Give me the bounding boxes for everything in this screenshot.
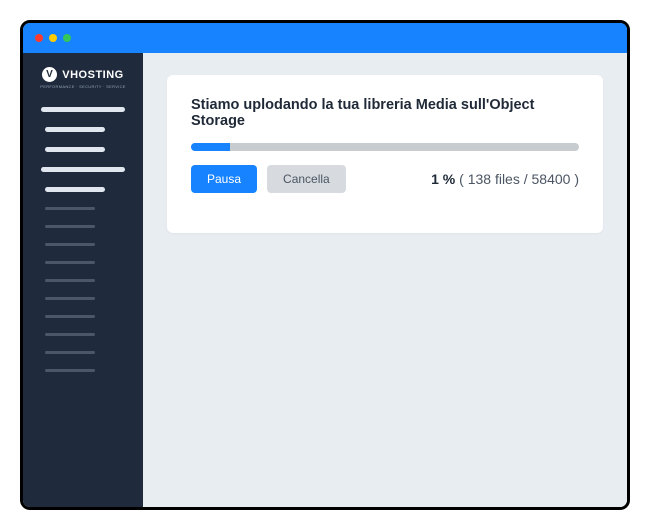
nav-items <box>23 107 143 372</box>
sidebar: V VHOSTING PERFORMANCE · SECURITY · SERV… <box>23 53 143 507</box>
nav-item[interactable] <box>45 127 105 132</box>
progress-fill <box>191 143 230 151</box>
nav-item[interactable] <box>45 351 95 354</box>
logo-subtitle: PERFORMANCE · SECURITY · SERVICE <box>40 84 125 89</box>
nav-item[interactable] <box>45 279 95 282</box>
logo-mark: V <box>42 67 57 82</box>
upload-status: 1 % ( 138 files / 58400 ) <box>431 171 579 187</box>
window-close-dot[interactable] <box>35 34 43 42</box>
nav-item[interactable] <box>45 369 95 372</box>
nav-item[interactable] <box>45 297 95 300</box>
nav-item[interactable] <box>45 333 95 336</box>
controls-row: Pausa Cancella 1 % ( 138 files / 58400 ) <box>191 165 579 193</box>
logo-text: VHOSTING <box>62 69 123 81</box>
cancel-button[interactable]: Cancella <box>267 165 346 193</box>
nav-item[interactable] <box>45 261 95 264</box>
status-detail: ( 138 files / 58400 ) <box>459 171 579 187</box>
nav-item[interactable] <box>45 225 95 228</box>
pause-button[interactable]: Pausa <box>191 165 257 193</box>
window-body: V VHOSTING PERFORMANCE · SECURITY · SERV… <box>23 53 627 507</box>
nav-item[interactable] <box>45 243 95 246</box>
app-window: V VHOSTING PERFORMANCE · SECURITY · SERV… <box>20 20 630 510</box>
progress-bar <box>191 143 579 151</box>
status-percent: 1 % <box>431 171 455 187</box>
nav-item[interactable] <box>45 147 105 152</box>
nav-item[interactable] <box>45 207 95 210</box>
window-minimize-dot[interactable] <box>49 34 57 42</box>
upload-title: Stiamo uplodando la tua libreria Media s… <box>191 97 579 129</box>
content-area: Stiamo uplodando la tua libreria Media s… <box>143 53 627 507</box>
window-maximize-dot[interactable] <box>63 34 71 42</box>
titlebar <box>23 23 627 53</box>
upload-card: Stiamo uplodando la tua libreria Media s… <box>167 75 603 233</box>
nav-item[interactable] <box>41 167 125 172</box>
nav-item[interactable] <box>45 315 95 318</box>
nav-item[interactable] <box>45 187 105 192</box>
logo: V VHOSTING <box>42 67 123 82</box>
nav-item[interactable] <box>41 107 125 112</box>
